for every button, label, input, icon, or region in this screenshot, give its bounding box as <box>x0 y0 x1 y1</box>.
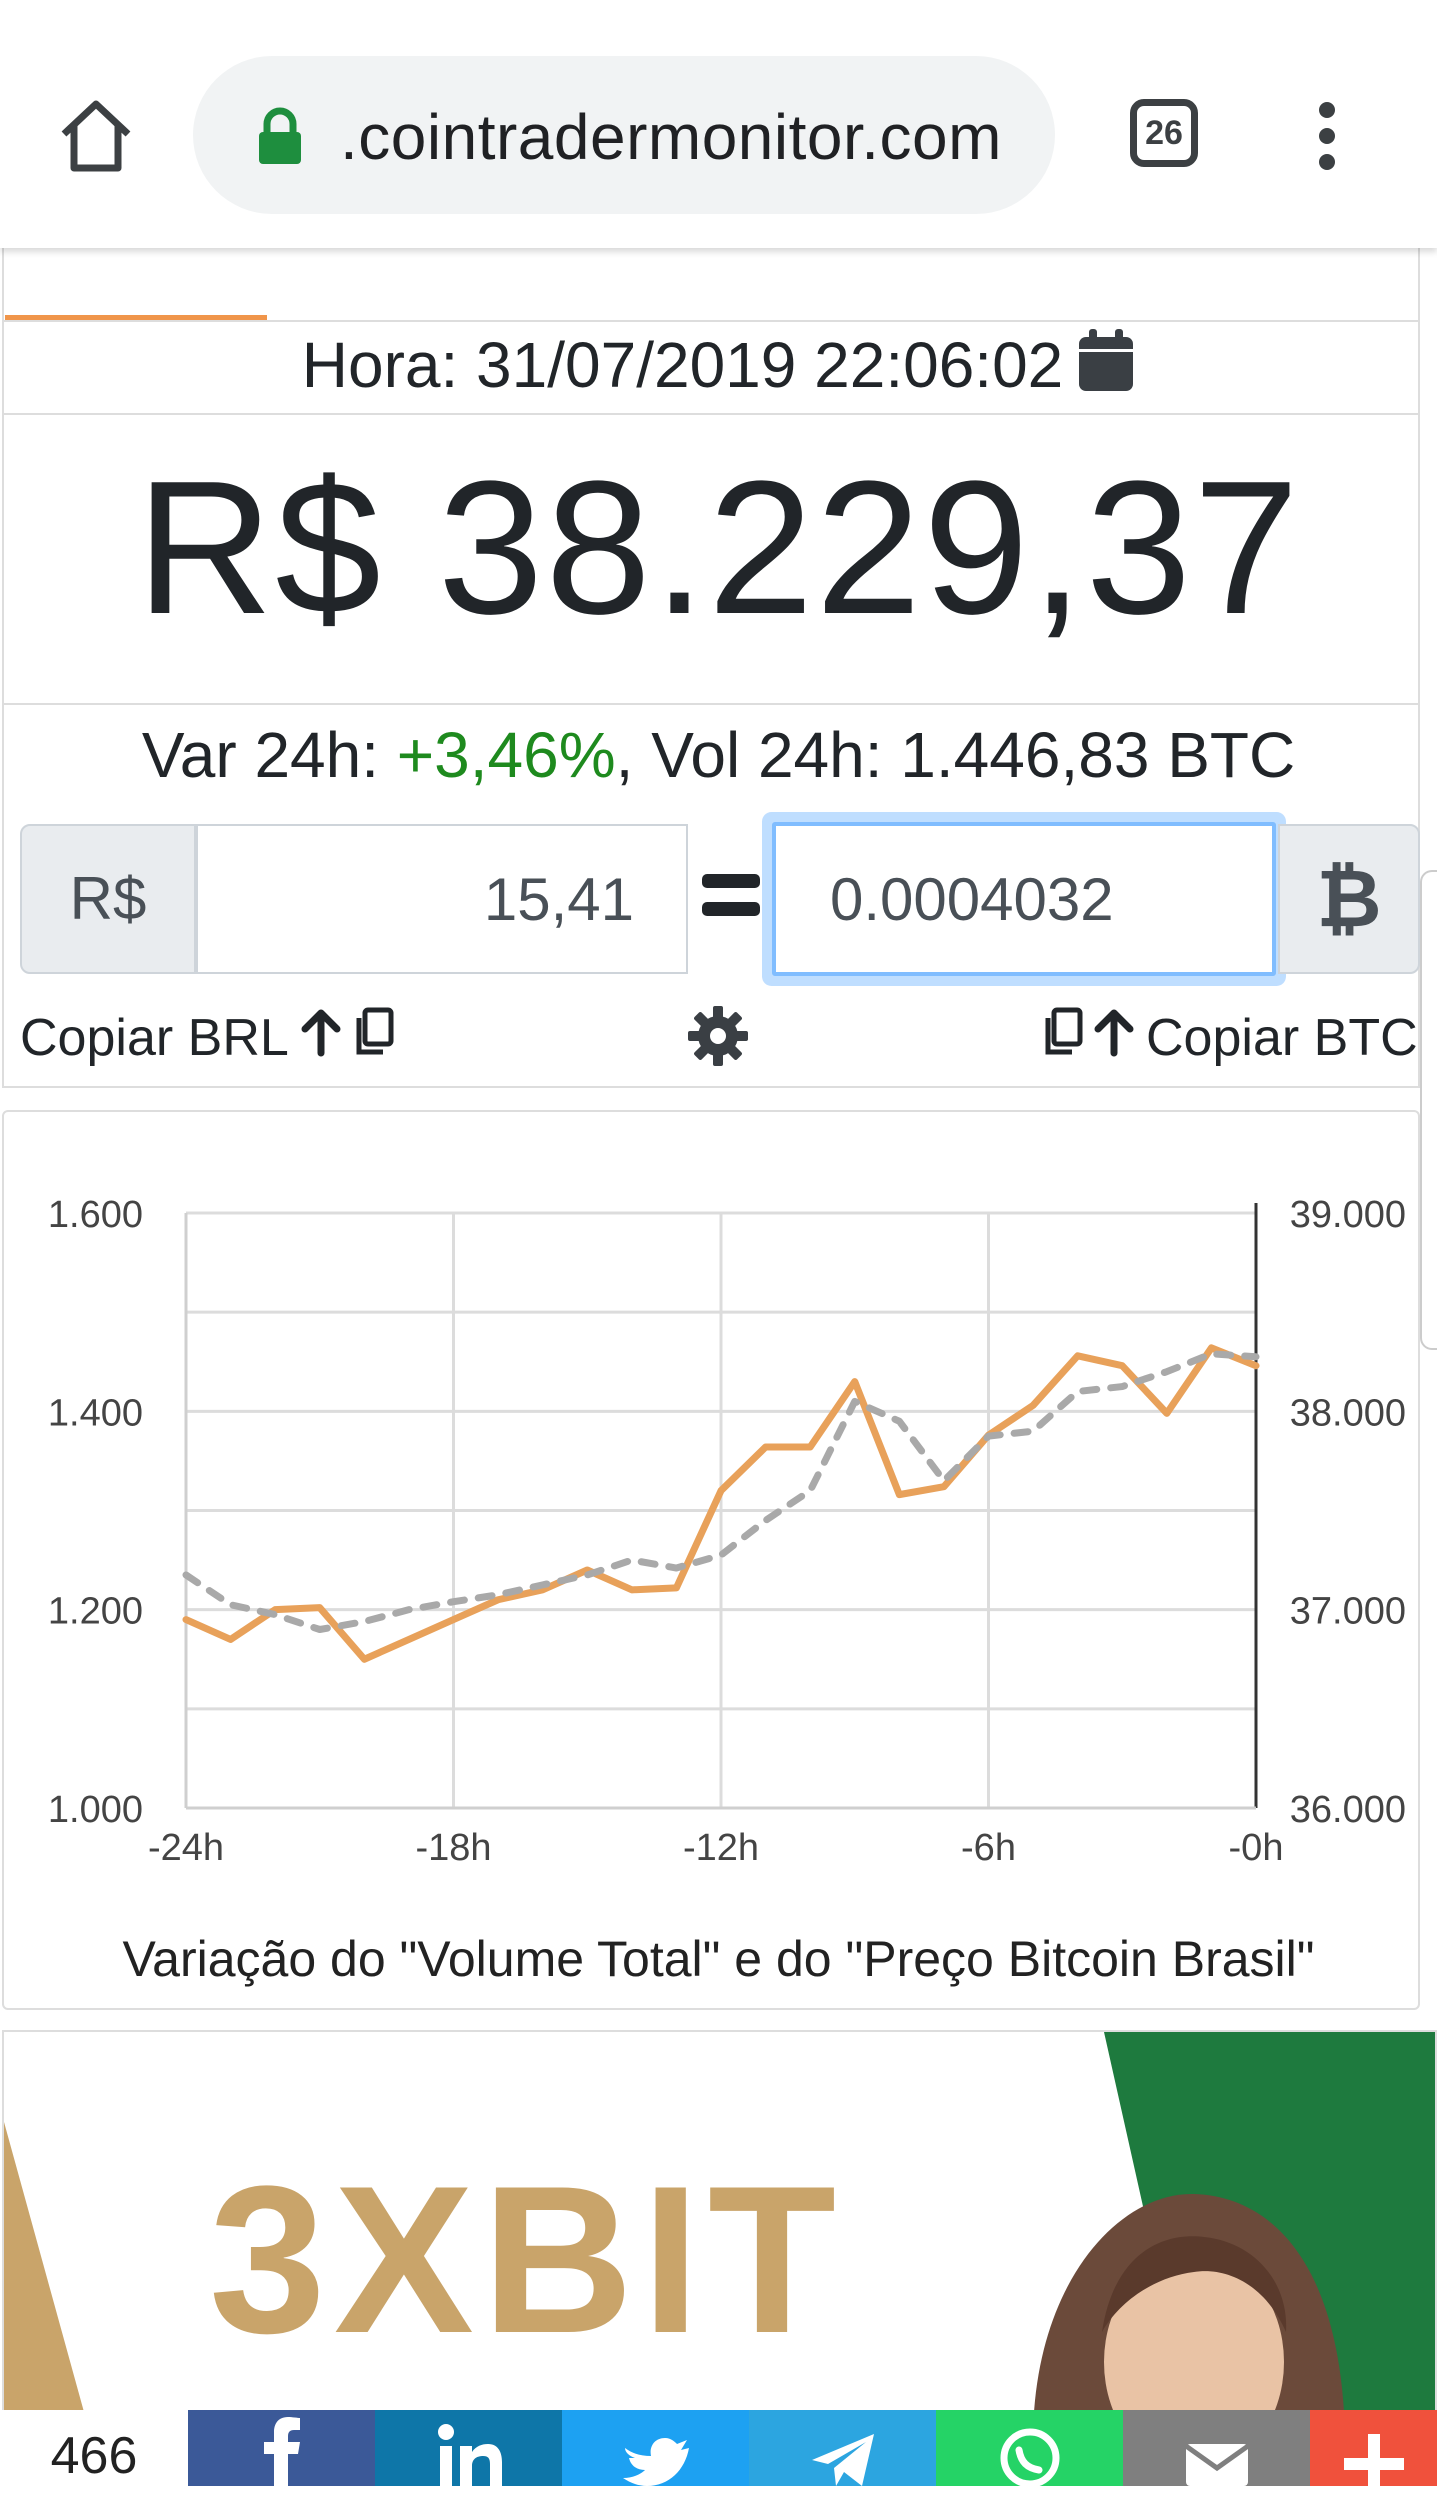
linkedin-share-button[interactable] <box>375 2410 562 2486</box>
facebook-icon <box>263 2417 300 2486</box>
twitter-icon <box>622 2438 689 2486</box>
linkedin-icon <box>437 2424 502 2486</box>
y-left-tick-label: 1.400 <box>48 1392 143 1434</box>
y-left-tick-label: 1.600 <box>48 1194 143 1236</box>
timestamp-text: Hora: 31/07/2019 22:06:02 <box>302 329 1064 401</box>
share-count: 466 <box>0 2410 188 2486</box>
facebook-share-button[interactable] <box>188 2410 375 2486</box>
copy-brl-label: Copiar BRL <box>20 1009 289 1067</box>
btc-amount-input[interactable] <box>772 822 1276 976</box>
x-tick-label: -12h <box>683 1827 759 1869</box>
x-tick-label: -18h <box>415 1827 491 1869</box>
email-share-button[interactable] <box>1123 2410 1310 2486</box>
copy-brl-button[interactable]: Copiar BRL <box>20 998 395 1078</box>
x-tick-label: -6h <box>961 1827 1016 1869</box>
url-text[interactable]: .cointradermonitor.com <box>340 100 1002 174</box>
y-right-tick-label: 36.000 <box>1290 1789 1406 1831</box>
tab-switcher-button[interactable]: 26 <box>1130 99 1198 167</box>
timestamp-row: Hora: 31/07/2019 22:06:02 <box>0 325 1437 415</box>
chart: 1.000 1.200 1.400 1.600 36.000 37.000 38.000 39… <box>48 1194 1406 1869</box>
brl-prefix: R$ <box>20 824 196 974</box>
stats-row: Var 24h: +3,46%, Vol 24h: 1.446,83 BTC <box>0 715 1437 795</box>
copy-icon <box>351 1006 395 1071</box>
divider <box>4 320 1418 322</box>
more-share-button[interactable] <box>1310 2410 1437 2486</box>
divider <box>4 703 1418 705</box>
ad-graphic: 3XBIT <box>4 2032 1435 2410</box>
chart-title: Variação do "Volume Total" e do "Preço B… <box>122 1931 1315 1987</box>
copy-btc-button[interactable]: Copiar BTC <box>1040 998 1418 1078</box>
arrow-up-icon <box>301 1007 341 1070</box>
lock-icon <box>255 106 305 166</box>
overflow-menu-icon[interactable] <box>1312 100 1342 172</box>
y-right-tick-label: 38.000 <box>1290 1392 1406 1434</box>
plus-icon <box>1343 2434 1404 2486</box>
y-right-tick-label: 39.000 <box>1290 1194 1406 1236</box>
copy-icon <box>1040 1006 1084 1071</box>
calendar-icon[interactable] <box>1077 327 1135 393</box>
var-value: +3,46% <box>396 719 616 791</box>
gear-icon[interactable] <box>686 1004 750 1068</box>
home-icon[interactable] <box>56 96 136 176</box>
y-left-tick-label: 1.000 <box>48 1789 143 1831</box>
y-left-tick-label: 1.200 <box>48 1591 143 1633</box>
timestamp-value: 31/07/2019 22:06:02 <box>476 329 1064 401</box>
timestamp-label: Hora: <box>301 329 459 401</box>
divider <box>4 413 1418 415</box>
browser-toolbar: .cointradermonitor.com 26 <box>0 0 1437 248</box>
vol-text: , Vol 24h: 1.446,83 BTC <box>615 719 1296 791</box>
y-right-tick-label: 37.000 <box>1290 1591 1406 1633</box>
x-tick-label: -24h <box>148 1827 224 1869</box>
telegram-share-button[interactable] <box>749 2410 936 2486</box>
var-label: Var 24h: <box>141 719 379 791</box>
arrow-up-icon <box>1094 1007 1134 1070</box>
email-icon <box>1184 2443 1249 2486</box>
copy-btc-label: Copiar BTC <box>1146 1009 1418 1067</box>
equals-icon <box>700 868 762 924</box>
whatsapp-share-button[interactable] <box>936 2410 1123 2486</box>
whatsapp-icon <box>1000 2428 1059 2486</box>
twitter-share-button[interactable] <box>562 2410 749 2486</box>
ad-brand-text: 3XBIT <box>209 2142 844 2377</box>
bitcoin-icon: ₿ <box>1278 824 1420 974</box>
ad-banner[interactable]: 3XBIT <box>2 2030 1437 2410</box>
telegram-icon <box>811 2434 874 2486</box>
x-tick-label: -0h <box>1229 1827 1284 1869</box>
btc-price: R$ 38.229,37 <box>136 442 1301 654</box>
brl-amount-input[interactable] <box>196 824 688 974</box>
